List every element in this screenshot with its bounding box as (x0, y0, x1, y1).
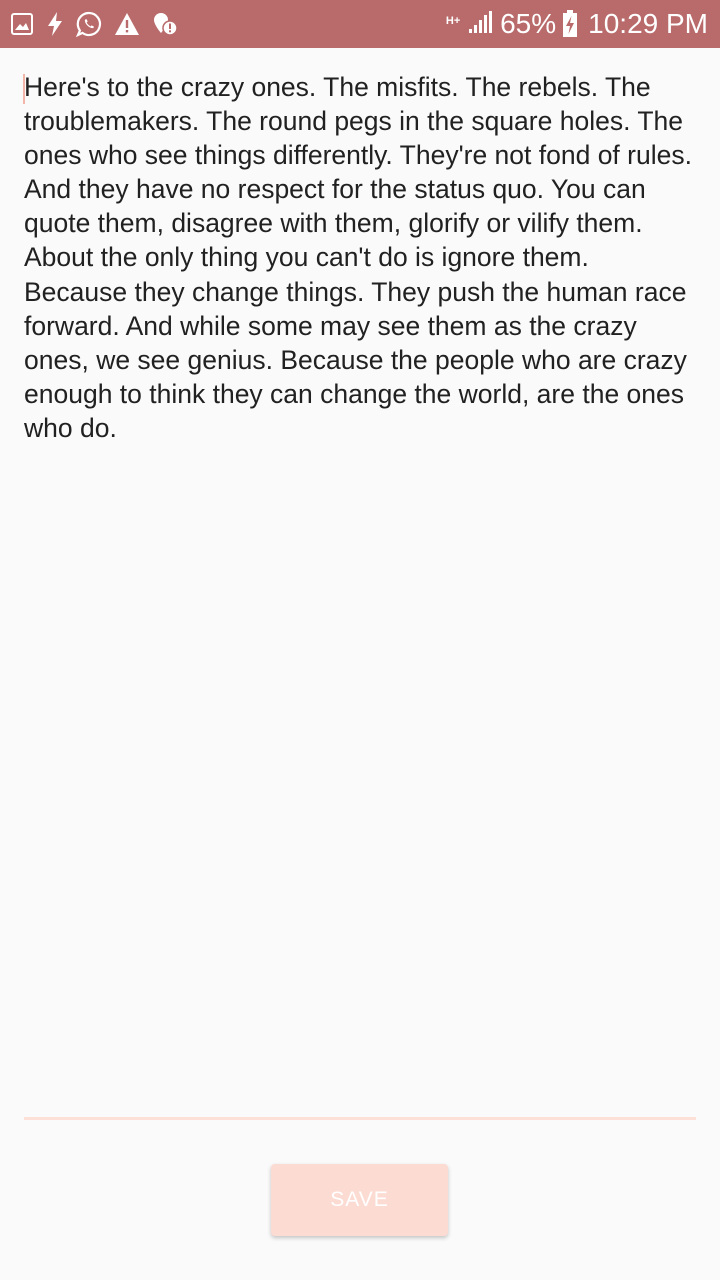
notification-icons (10, 0, 190, 48)
text-field-underline (24, 1117, 696, 1120)
system-status: H+ 65% 10:29 PM (444, 0, 708, 48)
note-text: Here's to the crazy ones. The misfits. T… (24, 72, 692, 443)
signal-icon (468, 10, 494, 39)
location-alert-icon (152, 11, 178, 37)
whatsapp-icon (76, 11, 102, 37)
note-text-area[interactable]: Here's to the crazy ones. The misfits. T… (23, 70, 696, 445)
flash-icon (46, 11, 64, 37)
clock: 10:29 PM (588, 8, 708, 39)
gallery-icon (10, 12, 34, 36)
status-bar: H+ 65% 10:29 PM (0, 0, 720, 48)
save-button[interactable]: SAVE (271, 1164, 448, 1236)
battery-percent: 65% (500, 8, 557, 39)
battery-charging-icon (562, 10, 578, 38)
text-cursor (23, 74, 25, 104)
warning-icon (114, 12, 140, 36)
network-type: H+ (445, 15, 461, 27)
